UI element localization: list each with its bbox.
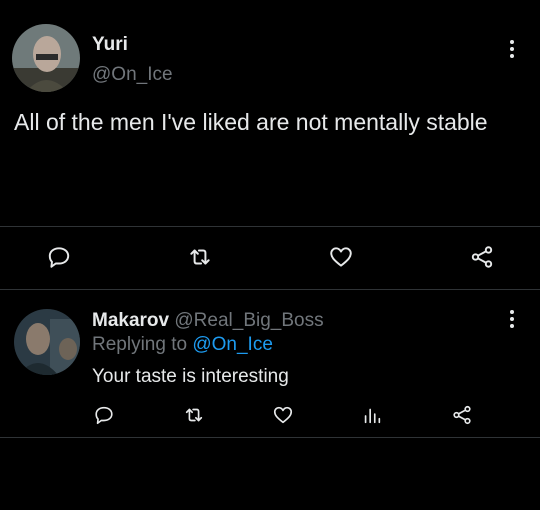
- display-name[interactable]: Yuri: [92, 34, 128, 56]
- divider: [0, 289, 540, 290]
- reply-icon[interactable]: [46, 244, 72, 270]
- share-icon[interactable]: [450, 404, 474, 426]
- divider: [0, 226, 540, 227]
- retweet-icon[interactable]: [186, 244, 214, 270]
- avatar-makarov[interactable]: [14, 309, 80, 375]
- reply-text: Your taste is interesting: [92, 366, 289, 387]
- tweet-text: All of the men I've liked are not mental…: [14, 109, 488, 135]
- share-icon[interactable]: [468, 244, 496, 270]
- like-icon[interactable]: [271, 404, 295, 426]
- reply-icon[interactable]: [93, 404, 115, 426]
- avatar-yuri[interactable]: [12, 24, 80, 92]
- more-vertical-icon[interactable]: [506, 38, 518, 60]
- handle[interactable]: @Real_Big_Boss: [174, 310, 323, 331]
- reply-header: Makarov @Real_Big_Boss: [92, 310, 324, 332]
- replying-to: Replying to @On_Ice: [92, 334, 273, 356]
- analytics-icon[interactable]: [361, 404, 383, 426]
- more-vertical-icon[interactable]: [506, 308, 518, 330]
- handle[interactable]: @On_Ice: [92, 64, 173, 86]
- like-icon[interactable]: [327, 244, 355, 270]
- retweet-icon[interactable]: [182, 404, 206, 426]
- display-name[interactable]: Makarov: [92, 310, 169, 331]
- replying-prefix: Replying to: [92, 334, 188, 355]
- divider: [0, 437, 540, 438]
- replying-handle-link[interactable]: @On_Ice: [192, 334, 273, 355]
